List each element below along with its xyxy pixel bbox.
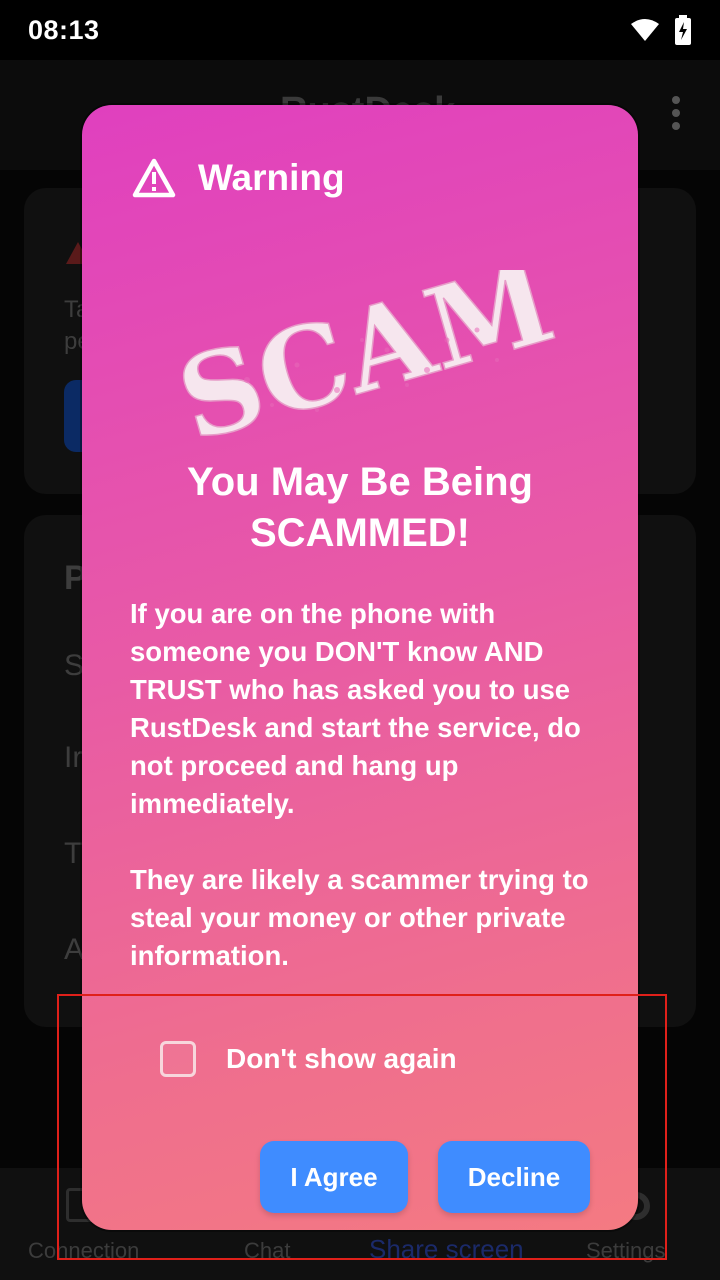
dont-show-again-row[interactable]: Don't show again <box>160 1041 457 1077</box>
background-text: A <box>64 933 85 966</box>
scam-warning-dialog: Warning SCAM You May Be Being SCAMMED! I… <box>82 105 638 1230</box>
more-menu-icon[interactable] <box>672 96 680 135</box>
dialog-paragraph-2: They are likely a scammer trying to stea… <box>130 864 589 971</box>
decline-button[interactable]: Decline <box>438 1141 590 1213</box>
warning-icon <box>132 158 176 198</box>
status-icons <box>630 15 692 45</box>
dialog-body: If you are on the phone with someone you… <box>130 595 600 1013</box>
scam-stamp-text: SCAM <box>177 270 557 440</box>
background-text: S <box>64 649 85 682</box>
scam-stamp-image: SCAM <box>177 270 557 440</box>
dialog-header: Warning <box>132 157 345 199</box>
status-time: 08:13 <box>28 14 100 45</box>
dont-show-again-checkbox[interactable] <box>160 1041 196 1077</box>
agree-button[interactable]: I Agree <box>260 1141 408 1213</box>
nav-settings[interactable]: Settings <box>586 1238 666 1264</box>
dont-show-again-label: Don't show again <box>226 1043 457 1074</box>
headline-line-2: SCAMMED! <box>250 511 470 555</box>
dialog-paragraph-1: If you are on the phone with someone you… <box>130 598 581 819</box>
nav-share-screen[interactable]: Share screen <box>369 1234 524 1265</box>
status-bar: 08:13 <box>0 0 720 60</box>
background-text: T <box>64 837 83 870</box>
battery-icon <box>675 15 691 45</box>
wifi-icon <box>631 19 659 41</box>
nav-chat[interactable]: Chat <box>244 1238 290 1264</box>
background-text: Ir <box>64 741 83 774</box>
dialog-title: Warning <box>198 157 345 198</box>
dialog-headline: You May Be Being SCAMMED! <box>82 457 638 559</box>
headline-line-1: You May Be Being <box>187 460 533 504</box>
nav-connection[interactable]: Connection <box>28 1238 139 1264</box>
